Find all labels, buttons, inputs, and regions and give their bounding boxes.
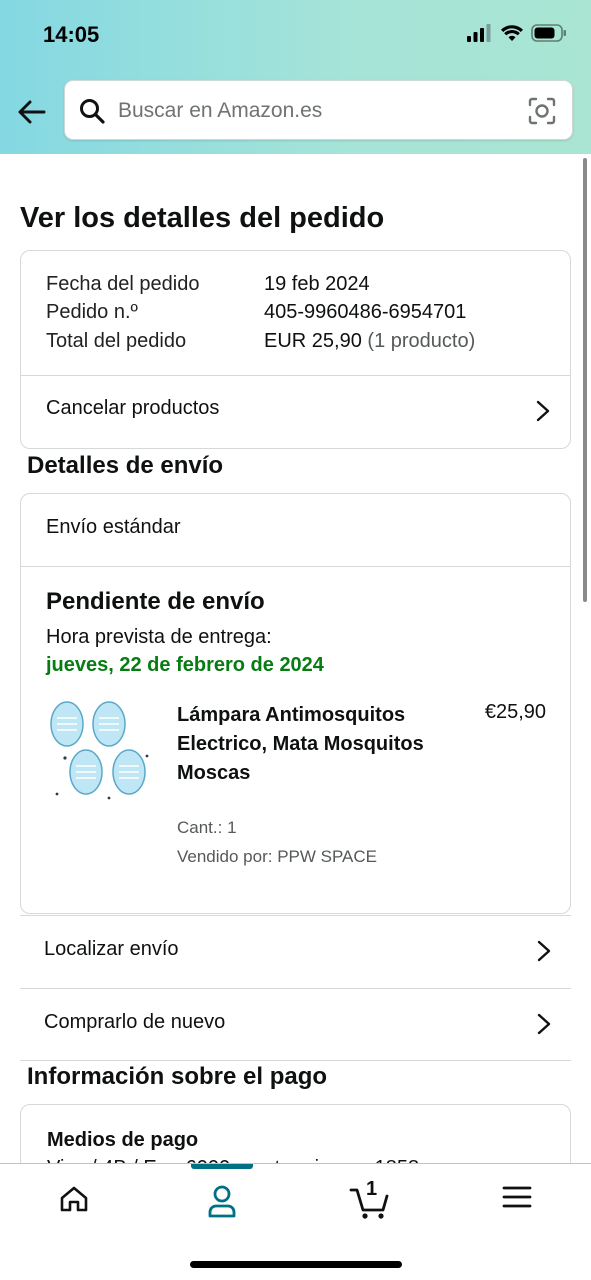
order-date-label: Fecha del pedido xyxy=(46,273,200,295)
camera-scan-icon[interactable] xyxy=(528,97,556,125)
search-bar[interactable]: Buscar en Amazon.es xyxy=(64,80,573,140)
shipping-method: Envío estándar xyxy=(46,516,181,538)
status-time: 14:05 xyxy=(43,22,100,47)
order-total-value: EUR 25,90 (1 producto) xyxy=(264,330,475,353)
search-input[interactable]: Buscar en Amazon.es xyxy=(118,99,322,123)
cancel-products-row[interactable]: Cancelar productos xyxy=(21,376,570,449)
shipping-card: Envío estándar Pendiente de envío Hora p… xyxy=(20,493,571,914)
order-total-count: (1 producto) xyxy=(367,330,476,352)
payment-section-title: Información sobre el pago xyxy=(27,1063,328,1090)
order-number-label: Pedido n.º xyxy=(46,301,138,323)
divider xyxy=(21,566,570,567)
product-seller: Vendido por: PPW SPACE xyxy=(177,847,378,866)
status-icons xyxy=(467,24,567,42)
scrollbar[interactable] xyxy=(583,158,587,602)
chevron-right-icon xyxy=(536,400,550,422)
signal-icon xyxy=(467,24,491,42)
product-price: €25,90 xyxy=(484,701,546,723)
product-image[interactable] xyxy=(49,700,153,804)
nav-account[interactable] xyxy=(192,1184,252,1224)
cart-icon xyxy=(349,1188,389,1219)
app-header: 14:05 Buscar en Amazon.es xyxy=(0,0,591,154)
menu-icon xyxy=(502,1186,532,1208)
chevron-right-icon xyxy=(537,940,551,962)
chevron-right-icon xyxy=(537,1013,551,1035)
order-total-amount: EUR 25,90 xyxy=(264,330,362,352)
order-date-value: 19 feb 2024 xyxy=(264,273,370,295)
account-icon xyxy=(208,1185,236,1218)
track-shipment-label: Localizar envío xyxy=(44,938,179,960)
buy-again-row[interactable]: Comprarlo de nuevo xyxy=(20,988,571,1061)
home-indicator xyxy=(190,1261,402,1268)
payment-methods-label: Medios de pago xyxy=(47,1129,199,1151)
eta-date: jueves, 22 de febrero de 2024 xyxy=(46,654,324,676)
buy-again-label: Comprarlo de nuevo xyxy=(44,1011,226,1033)
shipping-status: Pendiente de envío xyxy=(46,588,265,615)
active-tab-indicator xyxy=(191,1164,253,1169)
search-icon xyxy=(80,99,105,124)
order-number-value: 405-9960486-6954701 xyxy=(264,301,467,323)
cancel-products-label: Cancelar productos xyxy=(46,397,220,419)
home-icon xyxy=(60,1186,88,1212)
divider xyxy=(20,1060,571,1061)
back-arrow-icon[interactable] xyxy=(16,96,48,128)
product-quantity: Cant.: 1 xyxy=(177,818,237,837)
shipping-section-title: Detalles de envío xyxy=(27,452,224,479)
nav-cart[interactable] xyxy=(340,1184,400,1224)
nav-home[interactable] xyxy=(44,1184,104,1224)
product-title[interactable]: Lámpara Antimosquitos Electrico, Mata Mo… xyxy=(177,701,427,788)
battery-icon xyxy=(531,24,566,42)
wifi-icon xyxy=(501,25,523,41)
nav-menu[interactable] xyxy=(487,1184,547,1224)
order-total-label: Total del pedido xyxy=(46,330,187,352)
eta-label: Hora prevista de entrega: xyxy=(46,626,272,648)
order-summary-card: Fecha del pedido 19 feb 2024 Pedido n.º … xyxy=(20,250,571,449)
track-shipment-row[interactable]: Localizar envío xyxy=(20,915,571,988)
page-title: Ver los detalles del pedido xyxy=(20,202,385,234)
